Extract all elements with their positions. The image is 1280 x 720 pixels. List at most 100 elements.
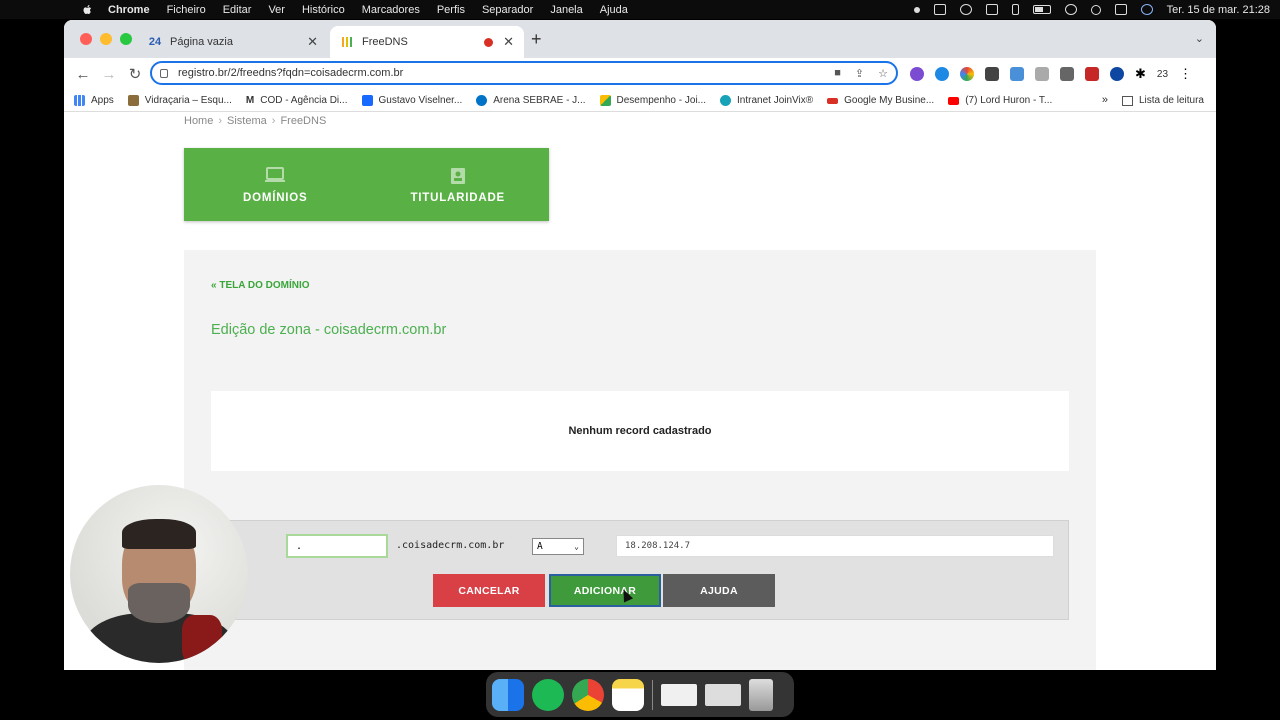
wifi-icon[interactable]: [1064, 4, 1077, 15]
menu-separador[interactable]: Separador: [482, 4, 533, 16]
bookmark-vidracaria[interactable]: Vidraçaria – Esqu...: [127, 95, 232, 106]
bookmark-desempenho[interactable]: Desempenho - Joi...: [599, 95, 706, 106]
bookmark-apps[interactable]: Apps: [74, 95, 114, 106]
menu-historico[interactable]: Histórico: [302, 4, 345, 16]
breadcrumb-sistema[interactable]: Sistema: [227, 115, 267, 127]
tab-freedns[interactable]: FreeDNS ✕: [330, 26, 524, 58]
bookmark-label: Apps: [91, 95, 114, 106]
back-arrow-icon[interactable]: ←: [70, 66, 96, 83]
extension-blue-icon[interactable]: [935, 67, 949, 81]
siri-icon[interactable]: [1140, 4, 1153, 15]
menu-marcadores[interactable]: Marcadores: [362, 4, 420, 16]
tab-search-chevron-icon[interactable]: ⌄: [1195, 32, 1204, 45]
menu-editar[interactable]: Editar: [223, 4, 252, 16]
close-window-button[interactable]: [80, 33, 92, 45]
extension-red-icon[interactable]: [1085, 67, 1099, 81]
browser-toolbar: ← → ↻ registro.br/2/freedns?fqdn=coisade…: [64, 58, 1216, 90]
tab-pagina-vazia[interactable]: 24 Página vazia ✕: [138, 26, 328, 58]
forward-arrow-icon[interactable]: →: [96, 66, 122, 83]
reading-list-label: Lista de leitura: [1138, 95, 1204, 106]
extension-grid-icon[interactable]: [1060, 67, 1074, 81]
menu-app-name[interactable]: Chrome: [108, 4, 150, 16]
minimized-window-icon[interactable]: [661, 683, 697, 706]
extension-sparkle-icon[interactable]: [910, 67, 924, 81]
display-icon[interactable]: [985, 4, 998, 15]
extension-badge-count[interactable]: 23: [1157, 69, 1168, 80]
pen-icon[interactable]: [933, 4, 946, 15]
nav-dominios[interactable]: DOMÍNIOS: [184, 148, 367, 221]
bookmark-star-icon[interactable]: ☆: [878, 67, 888, 80]
bookmark-lord-huron[interactable]: (7) Lord Huron - T...: [948, 95, 1052, 106]
finder-icon[interactable]: [492, 678, 524, 711]
bookmark-cod[interactable]: M COD - Agência Di...: [246, 95, 348, 106]
record-value-input[interactable]: 18.208.124.7: [616, 535, 1054, 557]
help-button[interactable]: AJUDA: [663, 574, 775, 607]
zoom-window-button[interactable]: [120, 33, 132, 45]
add-button[interactable]: ADICIONAR: [549, 574, 661, 607]
presenter-hood: [182, 615, 222, 663]
trash-icon[interactable]: [749, 678, 773, 711]
back-to-domain-link[interactable]: « TELA DO DOMÍNIO: [211, 280, 310, 291]
extension-globe-icon[interactable]: [1110, 67, 1124, 81]
menubar-status-area: Ter. 15 de mar. 21:28: [913, 4, 1270, 16]
spotify-icon[interactable]: [532, 678, 564, 711]
bookmark-label: (7) Lord Huron - T...: [965, 95, 1053, 106]
chrome-icon[interactable]: [572, 678, 604, 711]
bookmark-favicon-icon: [127, 95, 139, 106]
nav-dominios-label: DOMÍNIOS: [242, 191, 308, 204]
record-type-select[interactable]: A ⌄: [532, 538, 584, 555]
nav-titularidade[interactable]: TITULARIDADE: [367, 148, 550, 221]
share-icon[interactable]: ⇪: [855, 67, 864, 80]
extension-window-icon[interactable]: [1010, 67, 1024, 81]
menu-perfis[interactable]: Perfis: [437, 4, 465, 16]
record-host-input[interactable]: .: [286, 534, 388, 558]
bookmark-label: COD - Agência Di...: [260, 95, 348, 106]
recording-indicator-icon: [484, 37, 494, 47]
macos-dock: [486, 672, 794, 717]
breadcrumb-freedns: FreeDNS: [280, 115, 327, 127]
registro-favicon-icon: [340, 35, 354, 49]
breadcrumb-home[interactable]: Home: [184, 115, 213, 127]
address-url[interactable]: registro.br/2/freedns?fqdn=coisadecrm.co…: [178, 67, 403, 79]
minimized-window-icon[interactable]: [705, 683, 741, 706]
bookmark-arena-sebrae[interactable]: Arena SEBRAE - J...: [476, 95, 586, 106]
menu-ver[interactable]: Ver: [268, 4, 285, 16]
reload-icon[interactable]: ↻: [122, 65, 148, 83]
new-tab-plus-icon[interactable]: +: [531, 29, 542, 50]
microphone-icon[interactable]: [913, 6, 920, 13]
camera-icon[interactable]: ■: [834, 67, 841, 80]
bookmark-intranet[interactable]: Intranet JoinVix®: [720, 95, 813, 106]
cancel-button[interactable]: CANCELAR: [433, 574, 545, 607]
creative-cloud-icon[interactable]: [959, 4, 972, 15]
extension-color-icon[interactable]: [960, 67, 974, 81]
control-center-icon[interactable]: [1114, 4, 1127, 15]
kebab-menu-icon[interactable]: ⋮: [1179, 66, 1192, 82]
address-bar[interactable]: registro.br/2/freedns?fqdn=coisadecrm.co…: [150, 61, 898, 85]
menu-ficheiro[interactable]: Ficheiro: [167, 4, 206, 16]
battery-icon[interactable]: [1032, 5, 1051, 14]
minimize-window-button[interactable]: [100, 33, 112, 45]
google-ads-icon: [599, 95, 611, 106]
menubar-clock[interactable]: Ter. 15 de mar. 21:28: [1167, 4, 1270, 16]
extension-m-icon[interactable]: [985, 67, 999, 81]
menu-ajuda[interactable]: Ajuda: [600, 4, 628, 16]
extension-code-icon[interactable]: [1035, 67, 1049, 81]
puzzle-extensions-icon[interactable]: ✱: [1135, 66, 1146, 82]
record-type-value: A: [537, 541, 543, 552]
close-tab-icon[interactable]: ✕: [503, 34, 514, 50]
apple-icon[interactable]: [82, 4, 94, 16]
notes-icon[interactable]: [612, 678, 644, 711]
reading-list-button[interactable]: Lista de leitura: [1121, 95, 1204, 106]
bookmark-favicon-icon: [720, 95, 732, 106]
bookmarks-overflow-button[interactable]: »: [1102, 94, 1108, 106]
close-tab-icon[interactable]: ✕: [307, 34, 318, 50]
macos-menubar: Chrome Ficheiro Editar Ver Histórico Mar…: [0, 0, 1280, 19]
bookmark-gustavo[interactable]: Gustavo Viselner...: [361, 95, 462, 106]
menu-janela[interactable]: Janela: [550, 4, 582, 16]
spotlight-search-icon[interactable]: [1090, 4, 1101, 15]
bookmark-label: Intranet JoinVix®: [737, 95, 814, 106]
lock-icon[interactable]: [160, 68, 168, 78]
bookmark-google-my-business[interactable]: Google My Busine...: [827, 95, 934, 106]
bluetooth-icon[interactable]: [1011, 4, 1019, 15]
zone-edit-panel: « TELA DO DOMÍNIO Edição de zona - coisa…: [184, 250, 1096, 670]
